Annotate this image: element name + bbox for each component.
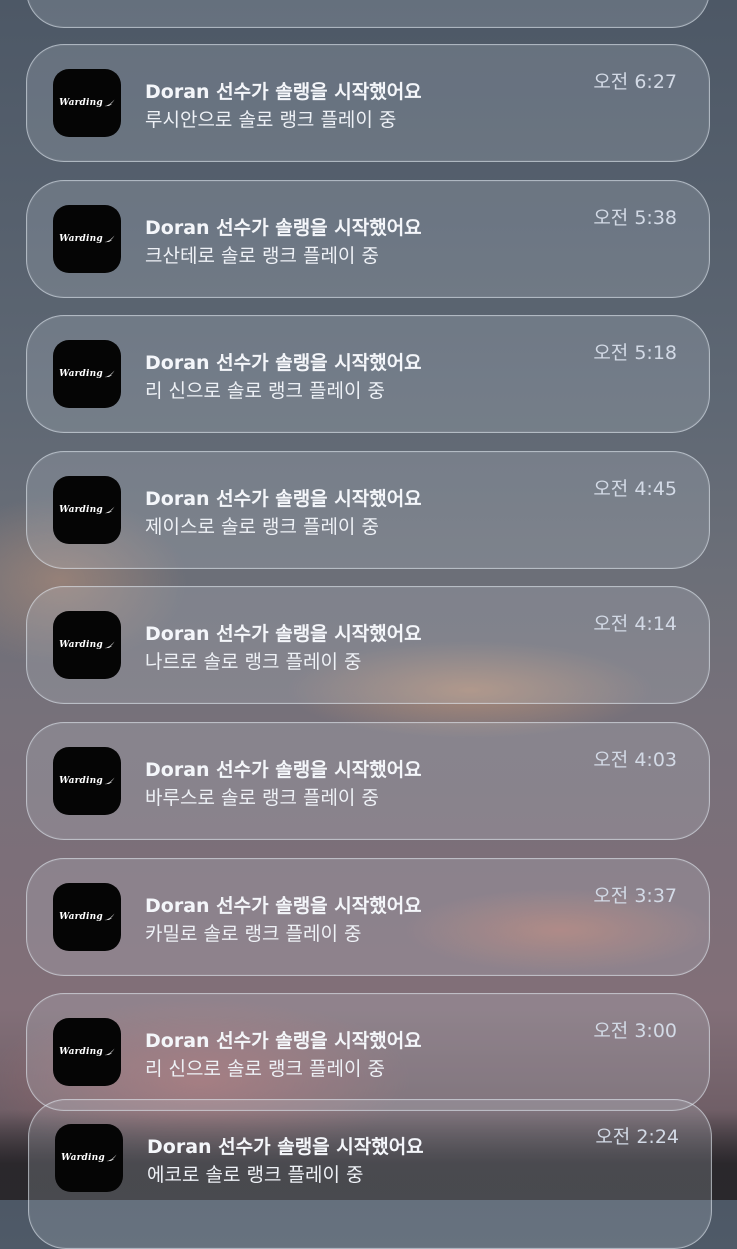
warding-app-icon: Warding <box>53 1018 121 1087</box>
wing-icon <box>104 1048 115 1056</box>
notification-title: Doran 선수가 솔랭을 시작했어요 <box>145 352 422 375</box>
notification-card[interactable]: Warding Doran 선수가 솔랭을 시작했어요 에코로 솔로 랭크 플레… <box>28 1098 712 1249</box>
notification-body: 크산테로 솔로 랭크 플레이 중 <box>145 244 379 267</box>
notification-card[interactable]: Warding Doran 선수가 솔랭을 시작했어요 리 신으로 솔로 랭크 … <box>26 993 710 1112</box>
notification-title: Doran 선수가 솔랭을 시작했어요 <box>147 1135 424 1158</box>
wing-icon <box>104 913 115 920</box>
wing-icon <box>104 370 115 378</box>
warding-app-icon: Warding <box>53 611 121 680</box>
notification-body: 나르로 솔로 랭크 플레이 중 <box>145 651 362 674</box>
notification-title: Doran 선수가 솔랭을 시작했어요 <box>145 487 422 510</box>
warding-app-icon: Warding <box>53 747 121 815</box>
app-icon-wordmark: Warding <box>59 640 115 650</box>
notification-time: 오전 4:14 <box>593 613 677 636</box>
app-icon-label: Warding <box>61 1152 105 1163</box>
notification-time: 오전 5:38 <box>593 206 677 229</box>
wing-icon <box>104 99 115 107</box>
notification-card[interactable]: Warding Doran 선수가 솔랭을 시작했어요 루시안으로 솔로 랭크 … <box>26 44 710 162</box>
notification-body: 카밀로 솔로 랭크 플레이 중 <box>145 922 362 945</box>
warding-app-icon: Warding <box>53 882 121 951</box>
app-icon-label: Warding <box>59 776 103 786</box>
wing-icon <box>104 235 115 242</box>
wing-icon <box>104 777 115 785</box>
warding-app-icon: Warding <box>53 69 121 137</box>
notification-title: Doran 선수가 솔랭을 시작했어요 <box>145 1030 422 1053</box>
notification-card[interactable]: Warding Doran 선수가 솔랭을 시작했어요 제이스로 솔로 랭크 플… <box>26 450 710 569</box>
warding-app-icon: Warding <box>53 204 121 273</box>
notification-title: Doran 선수가 솔랭을 시작했어요 <box>145 894 422 917</box>
notification-time: 오전 6:27 <box>593 71 677 93</box>
app-icon-label: Warding <box>59 640 103 651</box>
app-icon-wordmark: Warding <box>61 1153 117 1163</box>
app-icon-wordmark: Warding <box>59 505 115 515</box>
notification-title: Doran 선수가 솔랭을 시작했어요 <box>145 623 422 646</box>
wing-icon <box>104 506 115 513</box>
app-icon-wordmark: Warding <box>59 98 115 108</box>
notification-body: 리 신으로 솔로 랭크 플레이 중 <box>145 1058 385 1081</box>
notification-title: Doran 선수가 솔랭을 시작했어요 <box>145 759 422 781</box>
app-icon-label: Warding <box>59 1047 103 1058</box>
warding-app-icon: Warding <box>53 340 121 409</box>
notification-card[interactable]: Warding Doran 선수가 솔랭을 시작했어요 크산테로 솔로 랭크 플… <box>26 179 710 298</box>
app-icon-label: Warding <box>59 911 103 922</box>
wing-icon <box>104 641 115 649</box>
notification-card[interactable]: Warding Doran 선수가 솔랭을 시작했어요 나르로 솔로 랭크 플레… <box>26 586 710 705</box>
notification-time: 오전 3:37 <box>593 884 677 907</box>
notification-card[interactable]: Warding Doran 선수가 솔랭을 시작했어요 리 신으로 솔로 랭크 … <box>26 315 710 434</box>
app-icon-label: Warding <box>59 504 103 515</box>
notification-time: 오전 4:45 <box>593 477 677 500</box>
notification-body: 루시안으로 솔로 랭크 플레이 중 <box>145 109 397 131</box>
notification-card[interactable]: Warding Doran 선수가 솔랭을 시작했어요 카밀로 솔로 랭크 플레… <box>26 857 710 976</box>
notification-title: Doran 선수가 솔랭을 시작했어요 <box>145 216 422 239</box>
app-icon-wordmark: Warding <box>59 776 115 786</box>
notification-title: Doran 선수가 솔랭을 시작했어요 <box>145 81 422 103</box>
app-icon-wordmark: Warding <box>59 912 115 922</box>
app-icon-wordmark: Warding <box>59 234 115 244</box>
notification-card[interactable]: Warding Doran 선수가 솔랭을 시작했어요 바루스로 솔로 랭크 플… <box>26 722 710 840</box>
app-icon-label: Warding <box>59 98 103 108</box>
notification-body: 에코로 솔로 랭크 플레이 중 <box>147 1163 364 1186</box>
notification-time: 오전 5:18 <box>593 342 677 365</box>
warding-app-icon: Warding <box>55 1123 123 1192</box>
notification-body: 제이스로 솔로 랭크 플레이 중 <box>145 515 379 538</box>
app-icon-wordmark: Warding <box>59 369 115 379</box>
notification-body: 바루스로 솔로 랭크 플레이 중 <box>145 787 379 809</box>
notification-card-partial[interactable] <box>26 0 710 28</box>
wing-icon <box>106 1154 117 1161</box>
warding-app-icon: Warding <box>53 475 121 544</box>
app-icon-label: Warding <box>59 369 103 380</box>
notification-body: 리 신으로 솔로 랭크 플레이 중 <box>145 380 385 403</box>
app-icon-label: Warding <box>59 233 103 244</box>
notification-time: 오전 3:00 <box>593 1020 677 1043</box>
notification-time: 오전 2:24 <box>595 1125 679 1148</box>
notification-time: 오전 4:03 <box>593 749 677 771</box>
app-icon-wordmark: Warding <box>59 1047 115 1057</box>
